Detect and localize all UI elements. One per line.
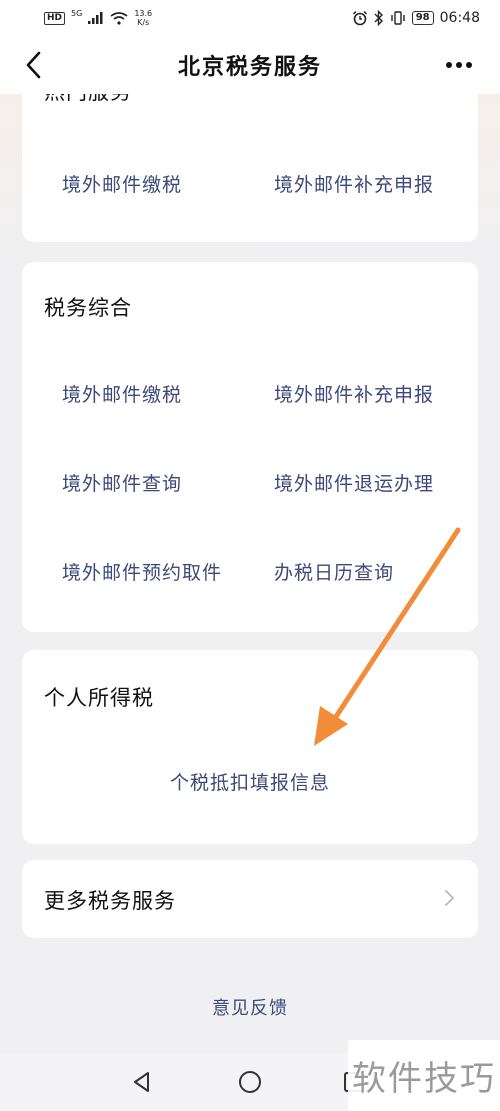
bluetooth-icon <box>374 10 383 26</box>
feedback-link[interactable]: 意见反馈 <box>0 994 500 1020</box>
service-overseas-mail-tax-payment[interactable]: 境外邮件缴税 <box>62 380 182 407</box>
chevron-right-icon <box>445 890 454 906</box>
service-overseas-mail-supplementary-declaration[interactable]: 境外邮件补充申报 <box>274 170 434 197</box>
more-services-row[interactable]: 更多税务服务 <box>22 860 478 938</box>
back-button[interactable] <box>16 48 50 82</box>
watermark: 软件技巧 <box>348 1040 500 1111</box>
net-speed-value: 13.6 <box>134 9 153 18</box>
system-home-icon[interactable] <box>236 1068 264 1096</box>
status-left: HD 5G 13.6 K/s <box>44 9 152 27</box>
hot-services-title: 热门服务 <box>44 94 132 106</box>
more-options-button[interactable] <box>442 50 476 80</box>
status-right: 98 06:48 <box>352 10 480 26</box>
service-overseas-mail-return[interactable]: 境外邮件退运办理 <box>274 469 434 496</box>
page-title: 北京税务服务 <box>177 55 322 80</box>
vibrate-icon <box>391 11 405 25</box>
service-personal-tax-deduction-info[interactable]: 个税抵扣填报信息 <box>22 768 478 795</box>
signal-generation: 5G <box>71 8 83 18</box>
service-overseas-mail-pickup-appointment[interactable]: 境外邮件预约取件 <box>62 558 222 585</box>
tax-general-title: 税务综合 <box>44 296 132 320</box>
hd-badge: HD <box>44 11 66 25</box>
dot-icon <box>456 62 462 68</box>
system-back-icon[interactable] <box>128 1068 156 1096</box>
service-overseas-mail-supplementary-declaration[interactable]: 境外邮件补充申报 <box>274 380 434 407</box>
dot-icon <box>446 62 452 68</box>
service-overseas-mail-tax-payment[interactable]: 境外邮件缴税 <box>62 170 182 197</box>
chevron-left-icon <box>26 51 41 79</box>
personal-income-tax-title: 个人所得税 <box>44 686 154 710</box>
annotation-arrow-icon <box>314 527 461 746</box>
battery-indicator: 98 <box>411 11 434 25</box>
status-bar: HD 5G 13.6 K/s 98 06:48 <box>0 0 500 36</box>
wifi-icon <box>110 11 128 25</box>
status-time: 06:48 <box>439 10 480 26</box>
more-services-label: 更多税务服务 <box>44 889 176 913</box>
nav-bar: 北京税务服务 <box>0 36 500 94</box>
dot-icon <box>466 62 472 68</box>
signal-icon <box>88 12 103 24</box>
hot-services-card: 热门服务 境外邮件缴税 境外邮件补充申报 <box>22 94 478 242</box>
alarm-icon <box>352 10 367 26</box>
net-speed-unit: K/s <box>137 18 150 27</box>
net-speed: 13.6 K/s <box>134 9 152 27</box>
service-overseas-mail-query[interactable]: 境外邮件查询 <box>62 469 182 496</box>
